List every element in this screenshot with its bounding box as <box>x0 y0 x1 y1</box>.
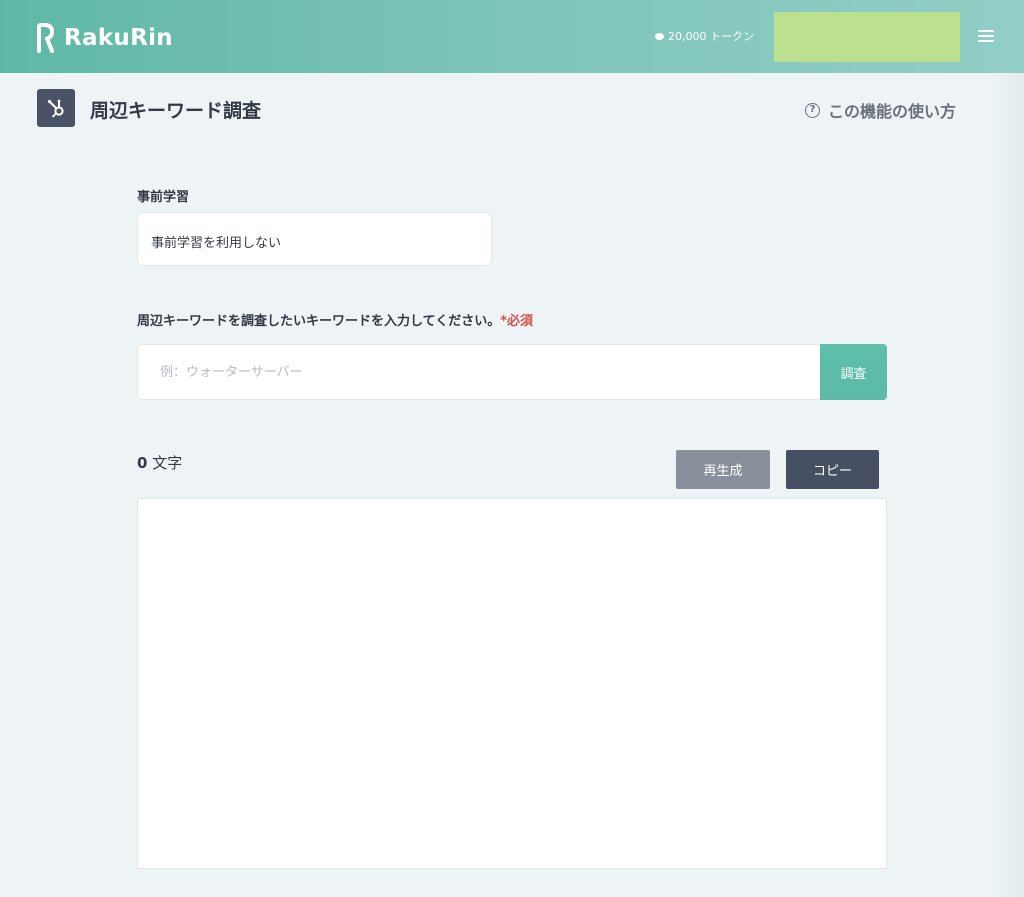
logo-text: RakuRin <box>64 25 173 51</box>
help-link[interactable]: ? この機能の使い方 <box>805 99 956 121</box>
side-shadow <box>990 73 1024 897</box>
regenerate-button[interactable]: 再生成 <box>676 450 770 489</box>
keyword-input[interactable] <box>137 344 821 400</box>
app-logo[interactable]: RakuRin <box>36 22 173 54</box>
prelearn-selected-value: 事前学習を利用しない <box>151 236 282 251</box>
search-button[interactable]: 調査 <box>820 344 887 400</box>
hubspot-sprocket-icon <box>37 89 75 127</box>
char-count-unit: 文字 <box>152 454 183 472</box>
rakurin-logo-icon <box>37 23 54 53</box>
char-count: 0 文字 <box>137 452 182 473</box>
page-title: 周辺キーワード調査 <box>90 100 262 122</box>
token-count-label: 20,000 トークン <box>668 30 754 43</box>
required-mark: *必須 <box>500 314 534 329</box>
prelearn-label: 事前学習 <box>137 190 190 205</box>
app-header: RakuRin 20,000 トークン <box>0 0 1024 73</box>
token-balance: 20,000 トークン <box>655 28 754 44</box>
keyword-label-text: 周辺キーワードを調査したいキーワードを入力してください。 <box>137 314 501 329</box>
cloud-icon <box>655 32 664 40</box>
prelearn-select[interactable]: 事前学習を利用しない <box>137 212 492 266</box>
result-textarea[interactable] <box>137 498 887 869</box>
char-count-value: 0 <box>137 454 148 472</box>
help-link-label: この機能の使い方 <box>828 102 957 121</box>
keyword-label: 周辺キーワードを調査したいキーワードを入力してください。*必須 <box>137 310 533 329</box>
copy-button[interactable]: コピー <box>786 450 879 489</box>
user-account-box[interactable] <box>774 12 960 62</box>
hamburger-menu-icon[interactable] <box>976 26 996 46</box>
question-circle-icon: ? <box>805 102 820 118</box>
